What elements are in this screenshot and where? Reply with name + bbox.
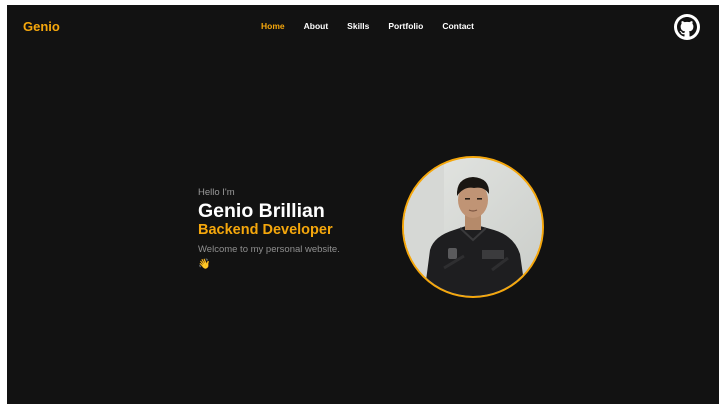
navbar: Genio Home About Skills Portfolio Contac… (7, 5, 719, 47)
profile-avatar (402, 156, 544, 298)
wave-emoji-icon: 👋 (198, 259, 211, 270)
hero-name: Genio Brillian (198, 200, 325, 222)
nav-link-skills[interactable]: Skills (347, 21, 369, 31)
github-button[interactable] (674, 14, 700, 40)
nav-link-about[interactable]: About (304, 21, 329, 31)
hero-greeting: Hello I'm (198, 187, 235, 198)
page: Genio Home About Skills Portfolio Contac… (7, 5, 719, 404)
brand-logo[interactable]: Genio (23, 19, 60, 34)
hero-role: Backend Developer (198, 222, 333, 238)
profile-photo (404, 158, 542, 296)
nav-link-home[interactable]: Home (261, 21, 285, 31)
github-icon (677, 17, 697, 37)
nav-link-contact[interactable]: Contact (442, 21, 474, 31)
nav-link-portfolio[interactable]: Portfolio (388, 21, 423, 31)
hero-section: Hello I'm Genio Brillian Backend Develop… (198, 187, 340, 272)
hero-welcome-text: Welcome to my personal website. (198, 244, 340, 255)
nav-links: Home About Skills Portfolio Contact (261, 21, 493, 31)
